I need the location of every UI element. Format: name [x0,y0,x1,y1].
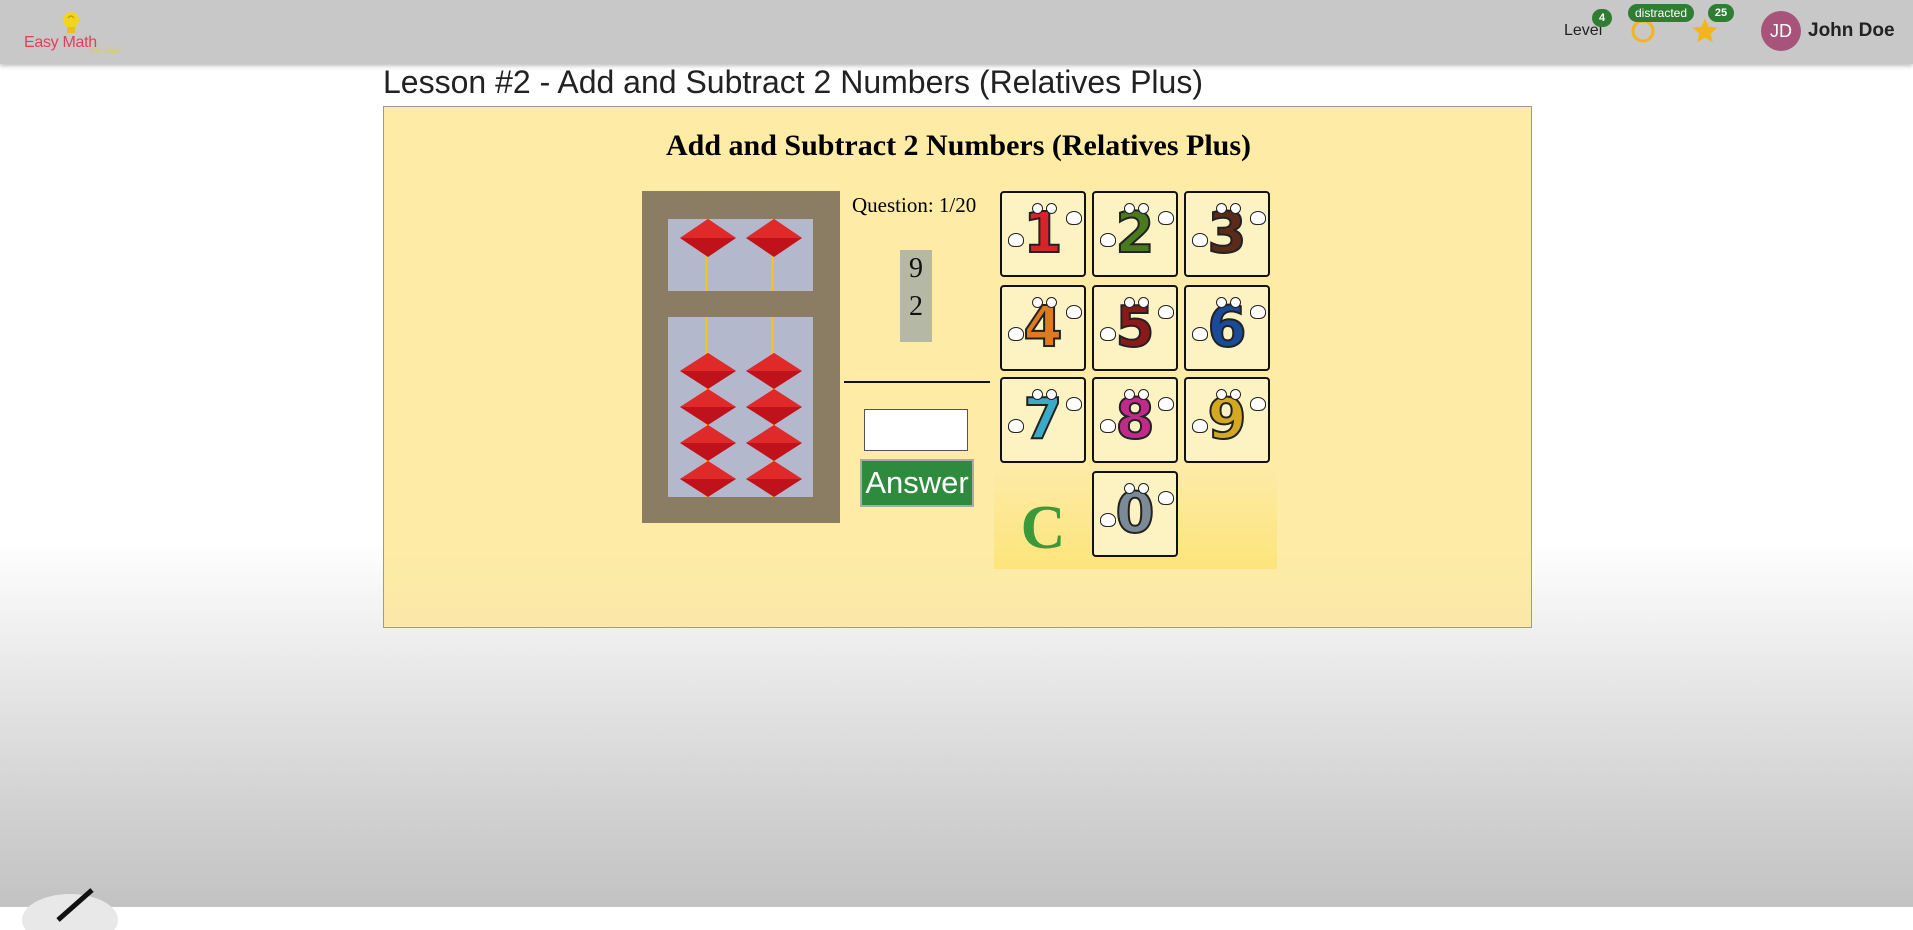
cartoon-hand-icon [1158,305,1174,319]
logo-subtext: for kids [90,46,121,55]
cartoon-hand-icon [1158,211,1174,225]
cartoon-hand-icon [1008,233,1024,247]
cartoon-hand-icon [1100,419,1116,433]
cartoon-eye-icon [1032,203,1043,214]
user-name[interactable]: John Doe [1808,20,1895,42]
level-badge: 4 [1592,9,1612,27]
cartoon-hand-icon [1066,211,1082,225]
digit-key-6[interactable]: 6 [1184,285,1270,371]
cartoon-eye-icon [1216,297,1227,308]
cartoon-hand-icon [1250,211,1266,225]
abacus-upper-deck [668,219,813,291]
abacus-bead[interactable] [680,425,736,461]
cartoon-eye-icon [1032,389,1043,400]
digit-key-8[interactable]: 8 [1092,377,1178,463]
answer-button[interactable]: Answer [860,459,974,507]
cartoon-eye-icon [1138,297,1149,308]
digit-key-1[interactable]: 1 [1000,191,1086,277]
question-counter: Question: 1/20 [852,193,977,217]
abacus-bead[interactable] [746,425,802,461]
pencil-icon[interactable] [20,870,120,930]
stars-count-badge: 25 [1708,4,1734,22]
cartoon-eye-icon [1230,203,1241,214]
abacus-lower-deck [668,317,813,497]
abacus-bead[interactable] [680,461,736,497]
clear-key[interactable]: C [1000,485,1086,571]
cartoon-hand-icon [1192,327,1208,341]
cartoon-hand-icon [1192,419,1208,433]
digit-key-4[interactable]: 4 [1000,285,1086,371]
abacus-bead[interactable] [680,353,736,389]
cartoon-eye-icon [1124,203,1135,214]
lesson-panel: Add and Subtract 2 Numbers (Relatives Pl… [383,106,1532,628]
abacus[interactable] [642,191,840,523]
cartoon-eye-icon [1216,203,1227,214]
cartoon-hand-icon [1192,233,1208,247]
exercise-title: Add and Subtract 2 Numbers (Relatives Pl… [665,129,1252,162]
cartoon-eye-icon [1138,203,1149,214]
app-logo[interactable]: Easy Math for kids [22,8,122,58]
cartoon-eye-icon [1124,389,1135,400]
cartoon-eye-icon [1046,389,1057,400]
cartoon-eye-icon [1046,203,1057,214]
cartoon-hand-icon [1100,513,1116,527]
cartoon-eye-icon [1230,297,1241,308]
lightbulb-icon [63,12,79,33]
cartoon-eye-icon [1124,483,1135,494]
problem-number: 9 [909,253,923,284]
cartoon-eye-icon [1216,389,1227,400]
digit-key-9[interactable]: 9 [1184,377,1270,463]
abacus-bead[interactable] [680,219,736,257]
cartoon-hand-icon [1158,491,1174,505]
avatar[interactable]: JD [1761,11,1801,51]
problem-numbers: 9 2 [900,250,932,342]
digit-key-7[interactable]: 7 [1000,377,1086,463]
page-title: Lesson #2 - Add and Subtract 2 Numbers (… [383,64,1203,100]
cartoon-hand-icon [1100,233,1116,247]
abacus-bead[interactable] [746,389,802,425]
abacus-bead[interactable] [746,461,802,497]
cartoon-hand-icon [1250,397,1266,411]
cartoon-eye-icon [1032,297,1043,308]
cartoon-eye-icon [1124,297,1135,308]
cartoon-eye-icon [1138,389,1149,400]
abacus-bead[interactable] [746,219,802,257]
cartoon-hand-icon [1008,419,1024,433]
cartoon-eye-icon [1138,483,1149,494]
cartoon-eye-icon [1230,389,1241,400]
answer-input[interactable] [864,409,968,451]
cartoon-hand-icon [1008,327,1024,341]
digit-key-5[interactable]: 5 [1092,285,1178,371]
number-keypad: 123 456 7890 C [994,189,1277,569]
abacus-bead[interactable] [746,353,802,389]
logo-text: Easy Math [24,34,97,51]
cartoon-hand-icon [1066,305,1082,319]
digit-key-0[interactable]: 0 [1092,471,1178,557]
abacus-bead[interactable] [680,389,736,425]
digit-key-3[interactable]: 3 [1184,191,1270,277]
digit-key-2[interactable]: 2 [1092,191,1178,277]
top-bar: Easy Math for kids Level 4 distracted 25… [0,0,1913,64]
answer-divider [844,381,990,383]
cartoon-eye-icon [1046,297,1057,308]
status-badge: distracted [1628,4,1694,22]
cartoon-hand-icon [1100,327,1116,341]
cartoon-hand-icon [1066,397,1082,411]
cartoon-hand-icon [1250,305,1266,319]
problem-number: 2 [909,291,923,322]
cartoon-hand-icon [1158,397,1174,411]
